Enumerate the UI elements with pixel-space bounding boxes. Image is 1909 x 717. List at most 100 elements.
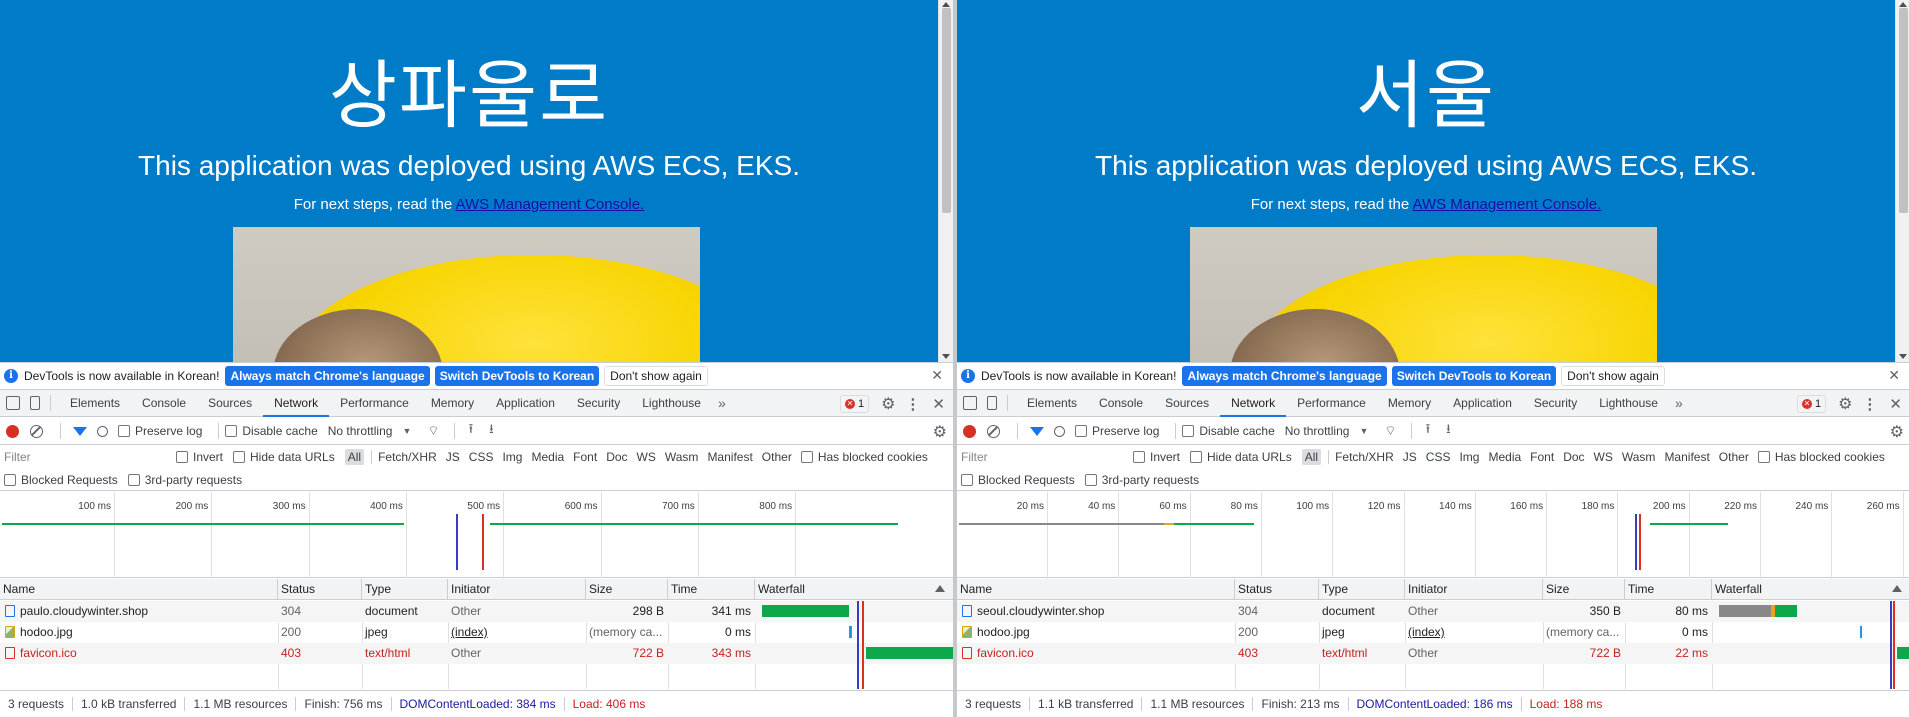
settings-gear-icon[interactable]: ⚙ [881, 394, 895, 414]
hide-data-urls-checkbox[interactable]: Hide data URLs [233, 450, 335, 464]
filter-type-js[interactable]: JS [446, 450, 460, 464]
preserve-log-checkbox[interactable]: Preserve log [1075, 424, 1159, 438]
throttling-select[interactable]: No throttling ▼ [1285, 424, 1369, 438]
cell-name[interactable]: seoul.cloudywinter.shop [957, 601, 1235, 622]
more-options-icon[interactable]: ⋮ [905, 395, 920, 413]
clear-icon[interactable] [30, 424, 43, 438]
has-blocked-cookies-checkbox[interactable]: Has blocked cookies [1757, 450, 1885, 464]
filter-icon[interactable] [1030, 426, 1044, 436]
filter-type-ws[interactable]: WS [1594, 450, 1613, 464]
filter-type-media[interactable]: Media [1488, 450, 1521, 464]
filter-type-css[interactable]: CSS [1426, 450, 1451, 464]
tab-elements[interactable]: Elements [1016, 390, 1088, 417]
column-initiator[interactable]: Initiator [448, 579, 586, 600]
tab-lighthouse[interactable]: Lighthouse [631, 390, 712, 417]
tab-application[interactable]: Application [1442, 390, 1523, 417]
column-name[interactable]: Name [0, 579, 278, 600]
cell-name[interactable]: favicon.ico [957, 643, 1235, 664]
page-scrollbar[interactable] [1895, 0, 1909, 362]
filter-type-ws[interactable]: WS [637, 450, 656, 464]
filter-type-img[interactable]: Img [502, 450, 522, 464]
filter-type-font[interactable]: Font [1530, 450, 1554, 464]
cell-initiator[interactable]: (index) [1405, 622, 1543, 643]
export-har-icon[interactable]: ⭳ [1446, 420, 1451, 442]
filter-icon[interactable] [73, 426, 87, 436]
network-conditions-icon[interactable]: ⌔ [1384, 423, 1396, 439]
network-settings-icon[interactable]: ⚙ [1890, 422, 1904, 442]
filter-type-fetch-xhr[interactable]: Fetch/XHR [378, 450, 437, 464]
import-har-icon[interactable]: ⭱ [469, 420, 474, 442]
tab-elements[interactable]: Elements [59, 390, 131, 417]
disable-cache-checkbox[interactable]: Disable cache [1182, 424, 1275, 438]
error-count-badge[interactable]: ✕ 1 [839, 394, 870, 413]
page-scrollbar[interactable] [938, 0, 953, 362]
has-blocked-cookies-checkbox[interactable]: Has blocked cookies [800, 450, 928, 464]
cell-name[interactable]: favicon.ico [0, 643, 278, 664]
switch-devtools-korean-button[interactable]: Switch DevTools to Korean [434, 366, 600, 386]
filter-type-media[interactable]: Media [531, 450, 564, 464]
tab-sources[interactable]: Sources [197, 390, 263, 417]
hide-data-urls-checkbox[interactable]: Hide data URLs [1190, 450, 1292, 464]
table-row[interactable]: hodoo.jpg 200 jpeg (index) (memory ca... 0 ms [957, 622, 1909, 643]
tab-lighthouse[interactable]: Lighthouse [1588, 390, 1669, 417]
switch-devtools-korean-button[interactable]: Switch DevTools to Korean [1391, 366, 1557, 386]
blocked-requests-checkbox[interactable]: Blocked Requests [4, 473, 118, 487]
filter-type-css[interactable]: CSS [469, 450, 494, 464]
aws-console-link[interactable]: AWS Management Console. [456, 196, 645, 213]
disable-cache-checkbox[interactable]: Disable cache [225, 424, 318, 438]
tab-network[interactable]: Network [1220, 390, 1287, 417]
dont-show-again-button[interactable]: Don't show again [604, 366, 708, 386]
filter-type-other[interactable]: Other [1719, 450, 1749, 464]
column-time[interactable]: Time [668, 579, 755, 600]
invert-checkbox[interactable]: Invert [176, 450, 223, 464]
tab-performance[interactable]: Performance [329, 390, 420, 417]
network-overview[interactable]: 20 ms 40 ms 60 ms 80 ms 100 ms 120 ms 140 ms 16… [957, 492, 1909, 578]
more-tabs-icon[interactable]: » [712, 395, 732, 411]
tab-security[interactable]: Security [566, 390, 631, 417]
error-count-badge[interactable]: ✕ 1 [1796, 394, 1827, 413]
preserve-log-checkbox[interactable]: Preserve log [118, 424, 202, 438]
device-toolbar-icon[interactable] [30, 396, 40, 410]
tab-network[interactable]: Network [263, 390, 330, 417]
filter-input[interactable]: Filter [959, 448, 1121, 466]
search-icon[interactable] [1054, 425, 1065, 437]
tab-console[interactable]: Console [1088, 390, 1154, 417]
settings-gear-icon[interactable]: ⚙ [1838, 394, 1852, 414]
tab-memory[interactable]: Memory [420, 390, 485, 417]
blocked-requests-checkbox[interactable]: Blocked Requests [961, 473, 1075, 487]
clear-icon[interactable] [987, 424, 1000, 438]
tab-console[interactable]: Console [131, 390, 197, 417]
table-row[interactable]: paulo.cloudywinter.shop 304 document Other 2… [0, 601, 953, 622]
filter-type-doc[interactable]: Doc [1563, 450, 1584, 464]
match-language-button[interactable]: Always match Chrome's language [225, 366, 430, 386]
column-type[interactable]: Type [1319, 579, 1405, 600]
tab-memory[interactable]: Memory [1377, 390, 1442, 417]
record-icon[interactable] [963, 424, 976, 438]
filter-type-wasm[interactable]: Wasm [1622, 450, 1656, 464]
more-tabs-icon[interactable]: » [1669, 395, 1689, 411]
filter-type-img[interactable]: Img [1459, 450, 1479, 464]
invert-checkbox[interactable]: Invert [1133, 450, 1180, 464]
network-settings-icon[interactable]: ⚙ [933, 422, 947, 442]
column-time[interactable]: Time [1625, 579, 1712, 600]
network-conditions-icon[interactable]: ⌔ [427, 423, 439, 439]
sort-ascending-icon[interactable] [1892, 585, 1902, 592]
record-icon[interactable] [6, 424, 19, 438]
import-har-icon[interactable]: ⭱ [1426, 420, 1431, 442]
table-row[interactable]: seoul.cloudywinter.shop 304 document Other 3… [957, 601, 1909, 622]
tab-performance[interactable]: Performance [1286, 390, 1377, 417]
column-size[interactable]: Size [586, 579, 668, 600]
filter-type-manifest[interactable]: Manifest [707, 450, 752, 464]
column-waterfall[interactable]: Waterfall [755, 579, 953, 600]
third-party-checkbox[interactable]: 3rd-party requests [127, 473, 242, 487]
inspect-element-icon[interactable] [6, 396, 20, 410]
table-row[interactable]: favicon.ico 403 text/html Other 722 B 22 ms [957, 643, 1909, 664]
cell-name[interactable]: hodoo.jpg [0, 622, 278, 643]
infobar-close-icon[interactable]: ✕ [1888, 367, 1900, 384]
column-waterfall[interactable]: Waterfall [1712, 579, 1909, 600]
close-devtools-icon[interactable]: ✕ [932, 395, 945, 413]
export-har-icon[interactable]: ⭳ [489, 420, 494, 442]
infobar-close-icon[interactable]: ✕ [931, 367, 943, 384]
more-options-icon[interactable]: ⋮ [1862, 395, 1877, 413]
column-type[interactable]: Type [362, 579, 448, 600]
